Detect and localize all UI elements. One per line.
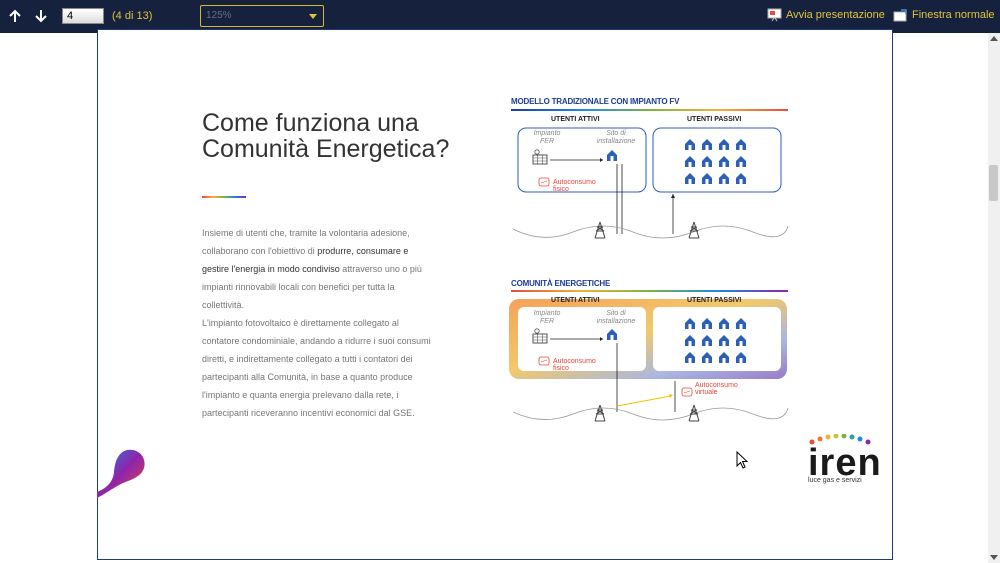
bottom-active-users-label: UTENTI ATTIVI	[551, 297, 600, 304]
normal-window-icon	[893, 9, 907, 22]
bottom-passive-users-label: UTENTI PASSIVI	[687, 297, 742, 304]
top-site-label: Sito di installazione	[596, 130, 636, 145]
iren-tagline: luce gas e servizi	[808, 477, 862, 484]
document-viewer[interactable]: Come funziona una Comunità Energetica? I…	[0, 29, 988, 563]
page-count: (4 di 13)	[112, 10, 153, 22]
top-active-users-label: UTENTI ATTIVI	[551, 116, 600, 123]
arrow-up-icon	[9, 9, 21, 22]
slide-body: Insieme di utenti che, tramite la volont…	[202, 224, 434, 422]
arrow-down-icon	[35, 10, 47, 23]
bottom-self-consumption-label: Autoconsumo fisico	[553, 358, 596, 372]
decorative-balloon-icon	[97, 449, 145, 498]
normal-window-link[interactable]: Finestra normale	[912, 9, 995, 21]
scroll-thumb[interactable]	[989, 165, 998, 201]
bottom-site-label: Sito di installazione	[596, 310, 636, 325]
slide-title: Come funziona una Comunità Energetica?	[202, 109, 450, 163]
top-passive-users-label: UTENTI PASSIVI	[687, 116, 742, 123]
top-plant-label: Impianto FER	[533, 130, 561, 145]
vertical-scrollbar[interactable]	[988, 33, 1000, 563]
start-presentation-link[interactable]: Avvia presentazione	[786, 9, 885, 21]
energy-diagram: MODELLO TRADIZIONALE CON IMPIANTO FV UTE…	[503, 94, 793, 434]
top-self-consumption-label: Autoconsumo fisico	[553, 179, 596, 193]
page-number-input[interactable]	[62, 8, 104, 24]
zoom-select[interactable]: 125%	[200, 5, 324, 27]
scroll-up-icon[interactable]	[990, 36, 998, 41]
next-page-button[interactable]	[31, 6, 51, 26]
presentation-icon	[767, 8, 782, 22]
diagram-bottom-title: COMUNITÀ ENERGETICHE	[511, 279, 611, 288]
title-underline	[202, 196, 246, 198]
mouse-cursor-icon	[736, 451, 749, 469]
zoom-value: 125%	[206, 10, 232, 21]
virtual-consumption-label: Autoconsumo virtuale	[695, 382, 738, 396]
bottom-plant-label: Impianto FER	[533, 310, 561, 325]
slide-page: Come funziona una Comunità Energetica? I…	[97, 29, 893, 560]
previous-page-button[interactable]	[5, 6, 25, 26]
chevron-down-icon	[309, 14, 317, 19]
diagram-bottom-underline	[511, 290, 788, 292]
paragraph-2: L'impianto fotovoltaico è direttamente c…	[202, 318, 431, 418]
scroll-down-icon[interactable]	[990, 555, 998, 560]
